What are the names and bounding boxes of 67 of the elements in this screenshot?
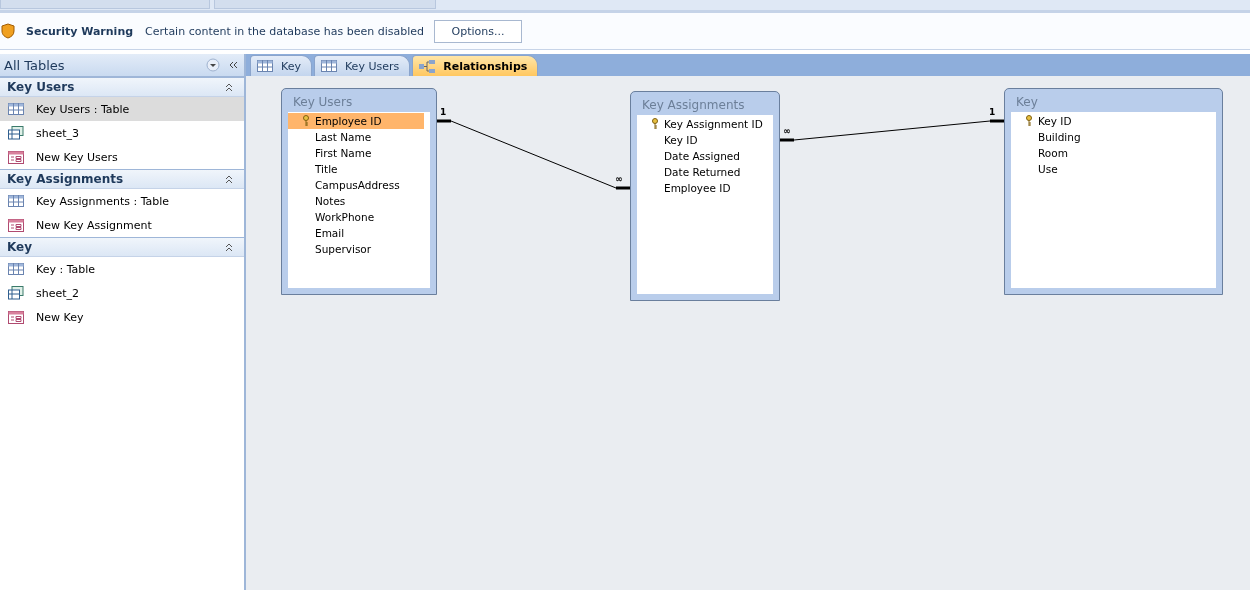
security-warning-message: Certain content in the database has been disabled	[145, 24, 425, 38]
nav-item[interactable]: sheet_3	[0, 121, 244, 145]
dropdown-icon[interactable]	[206, 58, 220, 72]
relationship-line[interactable]	[780, 119, 1004, 142]
field-row[interactable]: Title	[288, 161, 424, 177]
chevron-icon	[224, 242, 234, 252]
nav-item[interactable]: sheet_2	[0, 281, 244, 305]
field-row[interactable]: Building	[1011, 129, 1210, 145]
document-tab[interactable]: Key	[250, 55, 312, 76]
field-row[interactable]: Email	[288, 225, 424, 241]
form-icon	[8, 150, 24, 164]
table-title: Key Users	[292, 94, 354, 111]
cardinality-label: ∞	[615, 174, 623, 184]
nav-item[interactable]: New Key	[0, 305, 244, 329]
field-row[interactable]: Key Assignment ID	[637, 116, 767, 132]
field-row[interactable]: Room	[1011, 145, 1210, 161]
field-row[interactable]: Use	[1011, 161, 1210, 177]
field-row[interactable]: Key ID	[637, 132, 767, 148]
table-title: Key Assignments	[641, 97, 746, 114]
nav-group-header[interactable]: Key	[0, 237, 244, 257]
field-row[interactable]: CampusAddress	[288, 177, 424, 193]
field-row[interactable]: Employee ID	[288, 113, 424, 129]
form-icon	[8, 218, 24, 232]
nav-group-title: Key	[7, 240, 33, 254]
field-row[interactable]: Key ID	[1011, 113, 1210, 129]
field-row[interactable]: WorkPhone	[288, 209, 424, 225]
shield-icon	[1, 23, 15, 39]
document-tab[interactable]: Key Users	[313, 55, 411, 76]
sheet-icon	[8, 286, 24, 300]
table-icon	[257, 60, 273, 72]
cardinality-label: 1	[440, 107, 447, 117]
field-row[interactable]: Date Returned	[637, 164, 767, 180]
table-icon	[8, 195, 24, 207]
table-icon	[320, 60, 337, 72]
nav-item[interactable]: Key : Table	[0, 257, 244, 281]
nav-item[interactable]: Key Assignments : Table	[0, 189, 244, 213]
options-button[interactable]: Options...	[434, 19, 523, 43]
table-field-list[interactable]: Key Assignments Key Assignment ID Key ID Date Assigned Date Returned Employee ID	[630, 91, 780, 301]
document-tab[interactable]: Relationships	[412, 55, 539, 76]
chevron-icon	[224, 174, 234, 184]
form-icon	[8, 310, 24, 324]
nav-item[interactable]: Key Users : Table	[0, 97, 244, 121]
table-icon	[8, 103, 24, 115]
field-row[interactable]: First Name	[288, 145, 424, 161]
table-title: Key	[1015, 94, 1039, 111]
field-row[interactable]: Date Assigned	[637, 148, 767, 164]
security-warning-title: Security Warning	[26, 24, 134, 38]
field-row[interactable]: Supervisor	[288, 241, 424, 257]
table-field-list[interactable]: Key Key ID Building Room Use	[1004, 88, 1223, 295]
nav-group-title: Key Assignments	[7, 172, 124, 186]
nav-group-title: Key Users	[7, 80, 75, 94]
nav-pane-title[interactable]: All Tables	[4, 57, 206, 73]
cardinality-label: ∞	[783, 126, 791, 136]
relationships-icon	[419, 59, 436, 73]
field-row[interactable]: Last Name	[288, 129, 424, 145]
nav-item[interactable]: New Key Users	[0, 145, 244, 169]
collapse-pane-icon[interactable]	[228, 60, 238, 70]
chevron-icon	[224, 82, 234, 92]
nav-group-header[interactable]: Key Users	[0, 77, 244, 97]
table-icon	[8, 263, 24, 275]
field-row[interactable]: Employee ID	[637, 180, 767, 196]
nav-group-header[interactable]: Key Assignments	[0, 169, 244, 189]
sheet-icon	[8, 126, 24, 140]
cardinality-label: 1	[989, 107, 996, 117]
field-row[interactable]: Notes	[288, 193, 424, 209]
table-field-list[interactable]: Key Users Employee ID Last Name First Name Title CampusAddress Notes WorkPhone Email Supervisor	[281, 88, 437, 295]
nav-item[interactable]: New Key Assignment	[0, 213, 244, 237]
